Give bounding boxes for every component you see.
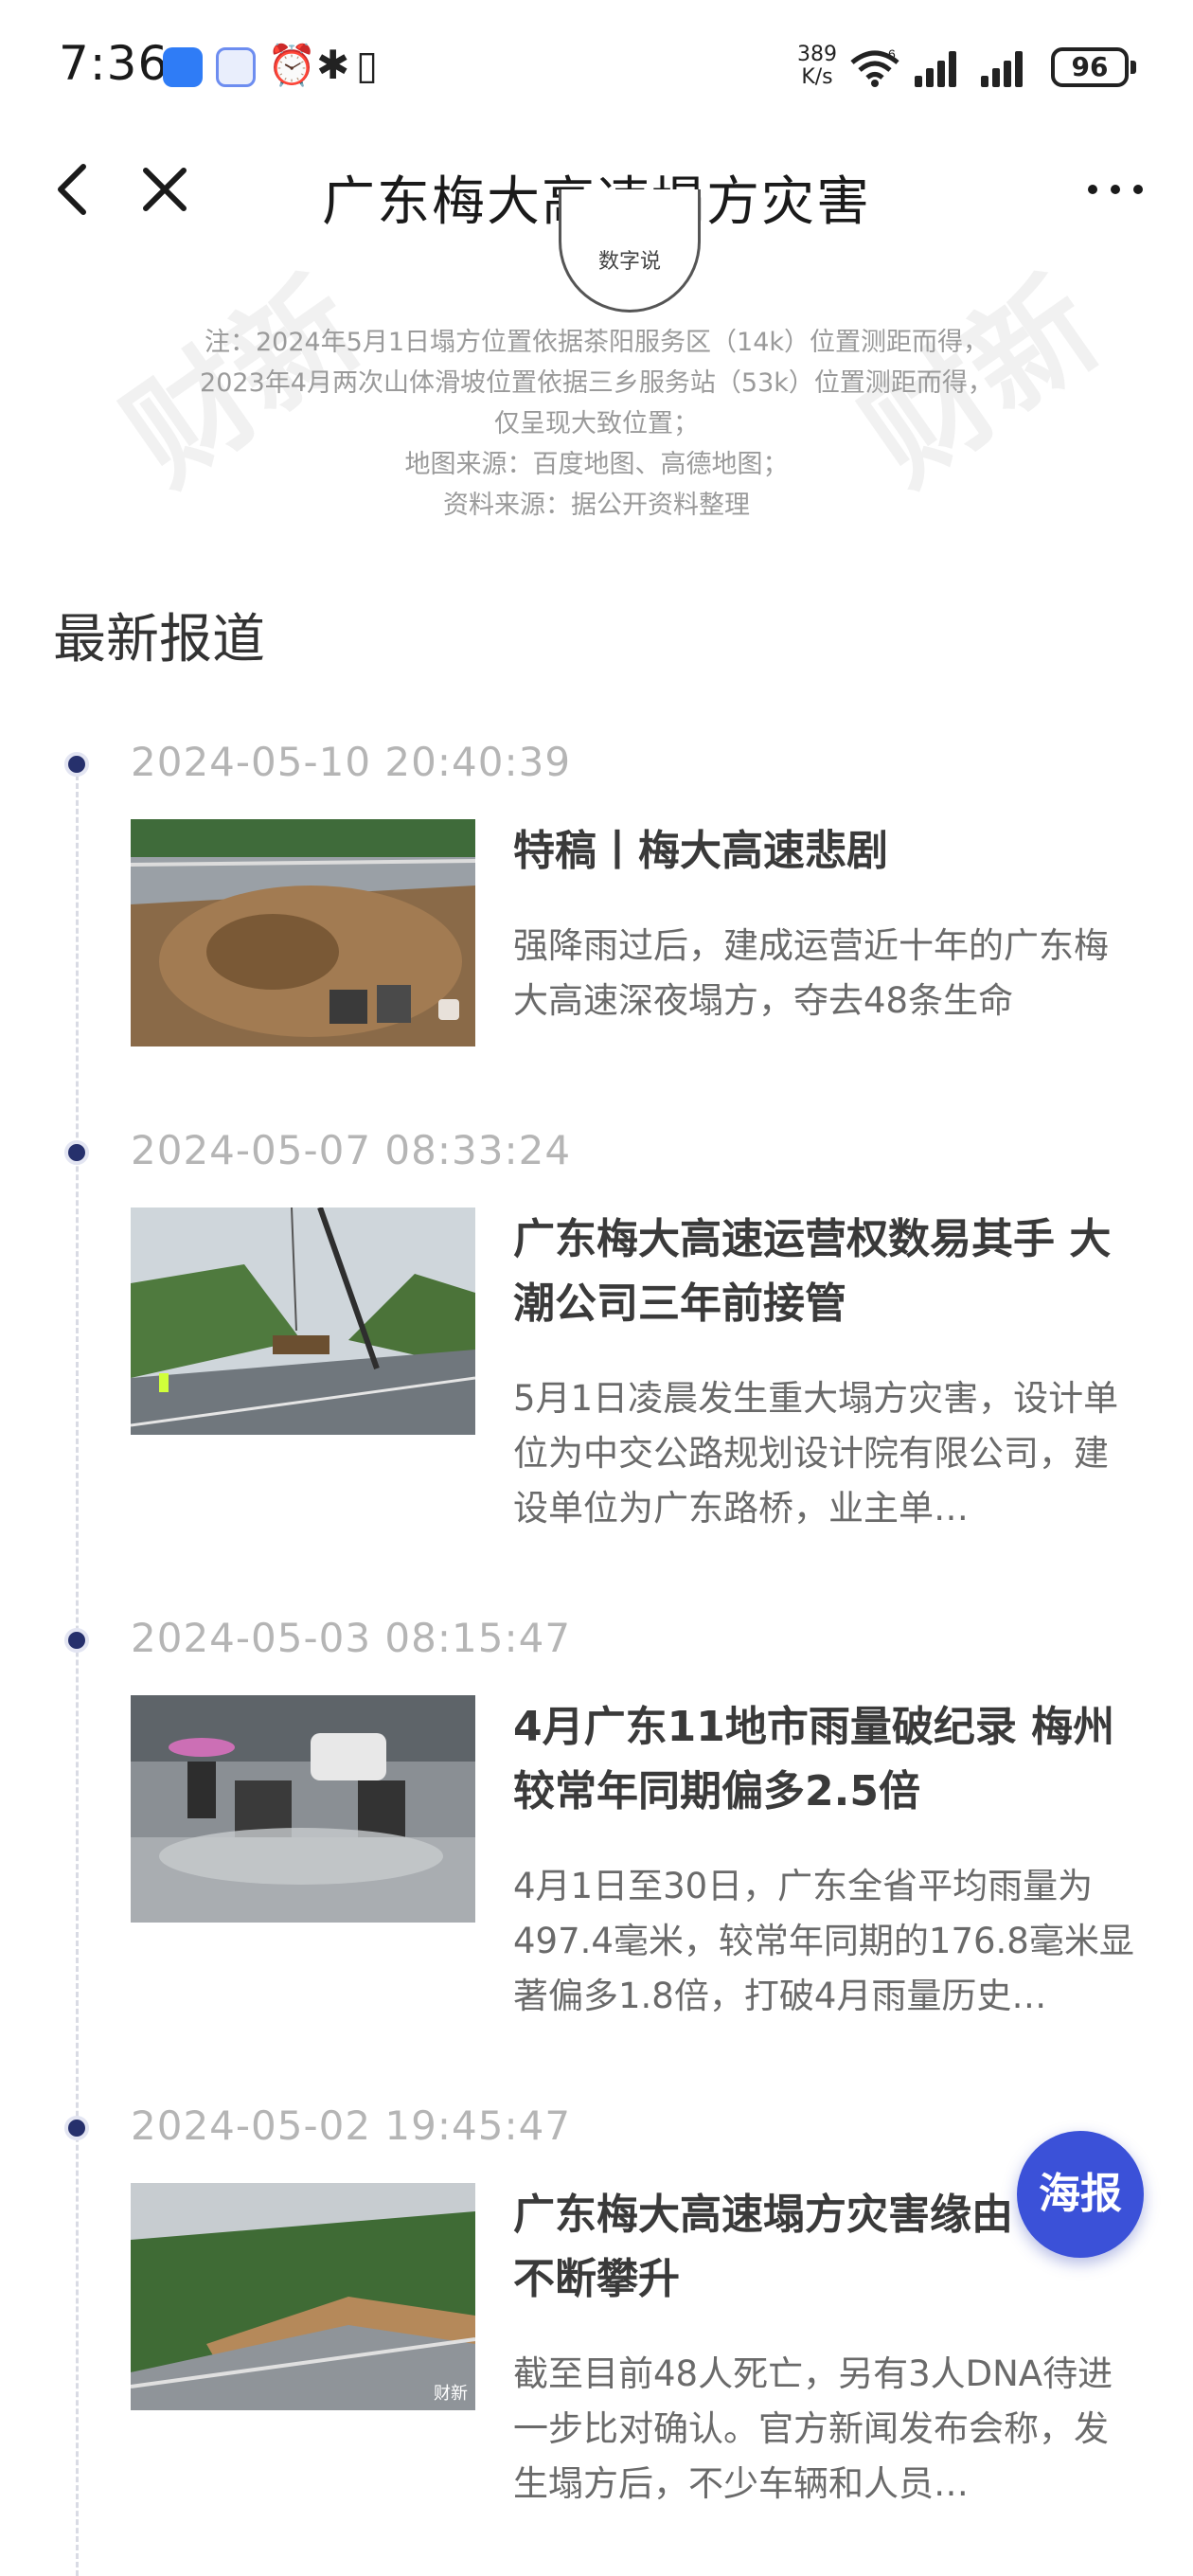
wifi-icon: 6 <box>850 47 899 87</box>
map-note-line: 地图来源：百度地图、高德地图； <box>404 450 789 479</box>
signal-2-icon <box>981 49 1030 87</box>
back-arrow-icon[interactable] <box>38 153 110 225</box>
network-speed: 389 K/s <box>792 44 843 89</box>
article-summary[interactable]: 强降雨过后，建成运营近十年的广东梅大高速深夜塌方，夺去48条生命 <box>513 919 1138 1029</box>
signal-1-icon <box>915 49 964 87</box>
alarm-icon: ⏰ <box>267 42 317 88</box>
article-thumbnail[interactable] <box>131 1695 475 1923</box>
timeline-line <box>76 758 79 2576</box>
timeline-dot <box>64 1140 89 1165</box>
bluetooth-icon: ✱ <box>316 42 350 88</box>
map-note-line: 仅呈现大致位置； <box>494 409 699 438</box>
article-date: 2024-05-03 08:15:47 <box>131 1615 572 1661</box>
status-bar: 7:36 ⏰ ✱ ▯ 389 K/s 6 96 <box>0 0 1193 133</box>
article-thumbnail[interactable] <box>131 1208 475 1435</box>
vibrate-icon: ▯ <box>356 42 379 88</box>
network-speed-value: 389 <box>797 43 837 66</box>
robot-notification-icon <box>216 47 256 87</box>
article-date: 2024-05-10 20:40:39 <box>131 739 572 785</box>
map-note-line: 2023年4月两次山体滑坡位置依据三乡服务站（53k）位置测距而得， <box>200 368 993 398</box>
close-icon[interactable] <box>129 153 201 225</box>
poster-button[interactable]: 海报 <box>1017 2131 1144 2258</box>
article-summary[interactable]: 截至目前48人死亡，另有3人DNA待进一步比对确认。官方新闻发布会称，发生塌方后… <box>513 2347 1138 2512</box>
brand-logo-text: 数字说 <box>597 250 661 274</box>
article-date: 2024-05-02 19:45:47 <box>131 2102 572 2149</box>
article-headline[interactable]: 4月广东11地市雨量破纪录 梅州较常年同期偏多2.5倍 <box>513 1695 1138 1824</box>
thumbnail-watermark: 财新 <box>434 2384 468 2404</box>
article-headline[interactable]: 广东梅大高速运营权数易其手 大潮公司三年前接管 <box>513 1208 1138 1336</box>
app-notification-icon <box>163 47 203 87</box>
network-speed-unit: K/s <box>801 65 833 89</box>
article-summary[interactable]: 5月1日凌晨发生重大塌方灾害，设计单位为中交公路规划设计院有限公司，建设单位为广… <box>513 1371 1138 1536</box>
article-summary[interactable]: 4月1日至30日，广东全省平均雨量为497.4毫米，较常年同期的176.8毫米显… <box>513 1859 1138 2024</box>
map-note-line: 资料来源：据公开资料整理 <box>443 491 750 520</box>
brand-logo: 数字说 <box>559 189 701 313</box>
timeline-dot <box>64 1628 89 1653</box>
wifi-label: 6 <box>888 47 896 62</box>
more-icon[interactable] <box>1079 153 1151 225</box>
timeline-dot <box>64 2116 89 2140</box>
article-date: 2024-05-07 08:33:24 <box>131 1127 572 1173</box>
map-notes: 注：2024年5月1日塌方位置依据茶阳服务区（14k）位置测距而得， 2023年… <box>151 322 1042 526</box>
section-title-latest: 最新报道 <box>53 609 265 671</box>
article-thumbnail[interactable] <box>131 819 475 1046</box>
status-time: 7:36 <box>59 36 169 91</box>
timeline-dot <box>64 752 89 777</box>
battery-indicator: 96 <box>1051 47 1136 87</box>
article-headline[interactable]: 特稿丨梅大高速悲剧 <box>513 819 1138 884</box>
article-thumbnail[interactable]: 财新 <box>131 2183 475 2410</box>
map-note-line: 注：2024年5月1日塌方位置依据茶阳服务区（14k）位置测距而得， <box>204 328 989 357</box>
